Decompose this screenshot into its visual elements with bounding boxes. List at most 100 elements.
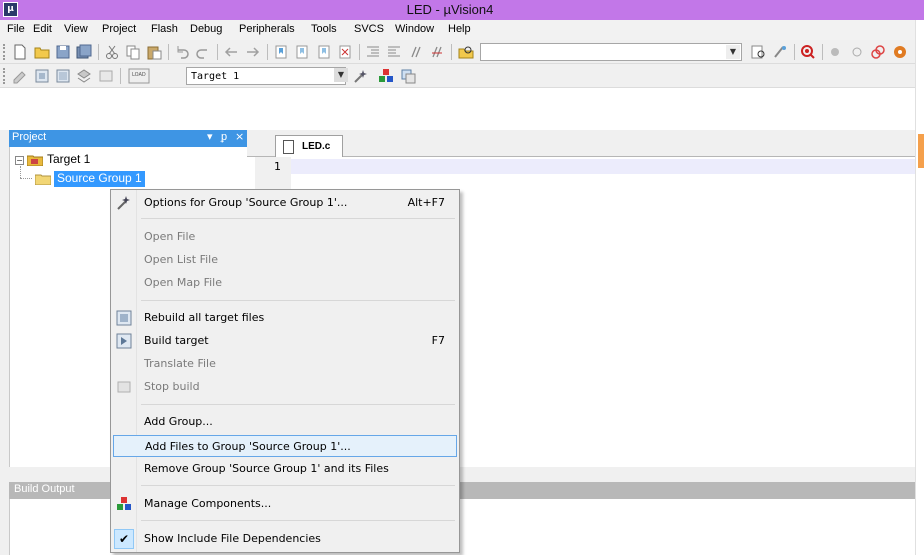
menu-peripherals[interactable]: Peripherals bbox=[239, 23, 295, 35]
tab-label: LED.c bbox=[302, 141, 331, 152]
open-folder-icon[interactable] bbox=[34, 44, 50, 60]
toolbar-grip[interactable] bbox=[3, 68, 6, 84]
undo-icon[interactable] bbox=[174, 44, 190, 60]
menu-separator bbox=[141, 520, 455, 521]
menu-item-manage-components[interactable]: Manage Components... bbox=[113, 493, 457, 515]
incremental-find-icon[interactable] bbox=[772, 44, 788, 60]
new-file-icon[interactable] bbox=[12, 44, 28, 60]
build-icon[interactable] bbox=[34, 68, 50, 84]
chevron-down-icon[interactable]: ▼ bbox=[334, 68, 348, 82]
menu-item-show-include-deps[interactable]: ✔ Show Include File Dependencies bbox=[113, 528, 457, 550]
build-output-title: Build Output bbox=[14, 483, 75, 495]
stop-build-icon bbox=[117, 381, 131, 393]
toolbar-separator bbox=[822, 44, 823, 60]
comment-icon[interactable] bbox=[408, 44, 424, 60]
pin-icon[interactable]: ᵱ bbox=[221, 130, 227, 143]
menu-help[interactable]: Help bbox=[448, 23, 471, 35]
next-bookmark-icon[interactable] bbox=[316, 44, 332, 60]
file-toolbar: ▼ bbox=[0, 40, 915, 64]
disable-breakpoint-icon[interactable] bbox=[849, 44, 865, 60]
menu-svcs[interactable]: SVCS bbox=[354, 23, 384, 35]
menu-separator bbox=[141, 300, 455, 301]
file-extensions-icon[interactable] bbox=[400, 68, 416, 84]
find-in-files-icon[interactable] bbox=[458, 44, 474, 60]
target-select[interactable]: Target 1 bbox=[186, 67, 346, 85]
tab-led-c[interactable]: LED.c bbox=[275, 135, 343, 158]
copy-icon[interactable] bbox=[125, 44, 141, 60]
kill-breakpoints-icon[interactable] bbox=[870, 44, 886, 60]
current-line-highlight bbox=[291, 159, 915, 174]
close-icon[interactable]: × bbox=[235, 130, 244, 143]
toolbar-separator bbox=[120, 68, 121, 84]
menu-separator bbox=[141, 404, 455, 405]
menu-item-build-target[interactable]: Build target F7 bbox=[113, 330, 457, 352]
panel-menu-icon[interactable]: ▾ bbox=[207, 130, 213, 143]
find-icon[interactable] bbox=[750, 44, 766, 60]
menu-item-stop-build[interactable]: Stop build bbox=[113, 376, 457, 398]
menu-item-open-file[interactable]: Open File bbox=[113, 226, 457, 248]
menu-item-rebuild-all[interactable]: Rebuild all target files bbox=[113, 307, 457, 329]
menu-separator bbox=[141, 218, 455, 219]
configure-icon[interactable] bbox=[892, 44, 908, 60]
build-icon bbox=[116, 333, 132, 349]
document-icon bbox=[283, 140, 294, 154]
rebuild-icon[interactable] bbox=[55, 68, 71, 84]
prev-bookmark-icon[interactable] bbox=[294, 44, 310, 60]
breakpoint-icon[interactable] bbox=[827, 44, 843, 60]
line-number: 1 bbox=[274, 160, 281, 173]
toolbar-grip[interactable] bbox=[3, 44, 6, 60]
toolbar-separator bbox=[794, 44, 795, 60]
bookmark-icon[interactable] bbox=[273, 44, 289, 60]
left-gutter bbox=[0, 130, 9, 555]
find-combobox[interactable]: ▼ bbox=[480, 43, 742, 61]
toolbar-separator bbox=[98, 44, 99, 60]
stop-build-icon[interactable] bbox=[98, 68, 114, 84]
menu-project[interactable]: Project bbox=[102, 23, 136, 35]
side-marker bbox=[918, 134, 924, 168]
chevron-down-icon[interactable]: ▼ bbox=[726, 45, 740, 59]
menu-tools[interactable]: Tools bbox=[311, 23, 337, 35]
menu-item-add-group[interactable]: Add Group... bbox=[113, 411, 457, 433]
tree-line bbox=[20, 178, 32, 179]
menu-file[interactable]: File bbox=[7, 23, 25, 35]
cut-icon[interactable] bbox=[104, 44, 120, 60]
menu-debug[interactable]: Debug bbox=[190, 23, 222, 35]
translate-icon[interactable] bbox=[12, 68, 28, 84]
menu-item-open-map-file[interactable]: Open Map File bbox=[113, 272, 457, 294]
target-select-value: Target 1 bbox=[191, 71, 240, 82]
paste-icon[interactable] bbox=[146, 44, 162, 60]
target-dropdown[interactable]: ▼ bbox=[333, 67, 349, 85]
menu-item-remove-group[interactable]: Remove Group 'Source Group 1' and its Fi… bbox=[113, 458, 457, 480]
menu-item-options-for-group[interactable]: Options for Group 'Source Group 1'... Al… bbox=[113, 192, 457, 214]
batch-build-icon[interactable] bbox=[76, 68, 92, 84]
debug-session-icon[interactable] bbox=[800, 44, 816, 60]
title-bar: μ LED - µVision4 bbox=[0, 0, 924, 20]
clear-bookmarks-icon[interactable] bbox=[337, 44, 353, 60]
uncomment-icon[interactable] bbox=[429, 44, 445, 60]
checkmark-icon: ✔ bbox=[114, 529, 134, 549]
menu-edit[interactable]: Edit bbox=[33, 23, 52, 35]
tree-item-source-group[interactable]: Source Group 1 bbox=[54, 171, 145, 187]
menu-flash[interactable]: Flash bbox=[151, 23, 178, 35]
manage-components-icon[interactable] bbox=[378, 68, 394, 84]
menu-separator bbox=[141, 485, 455, 486]
target-folder-icon bbox=[27, 155, 43, 166]
menu-item-add-files[interactable]: Add Files to Group 'Source Group 1'... bbox=[113, 435, 457, 457]
save-all-icon[interactable] bbox=[76, 44, 92, 60]
save-icon[interactable] bbox=[55, 44, 71, 60]
tree-item-target[interactable]: Target 1 bbox=[47, 152, 90, 166]
menu-item-open-list-file[interactable]: Open List File bbox=[113, 249, 457, 271]
build-toolbar: LOAD Target 1 ▼ bbox=[0, 64, 915, 88]
redo-icon[interactable] bbox=[195, 44, 211, 60]
menu-window[interactable]: Window bbox=[395, 23, 434, 35]
nav-forward-icon[interactable] bbox=[245, 44, 261, 60]
target-options-icon[interactable] bbox=[353, 68, 369, 84]
menu-view[interactable]: View bbox=[64, 23, 88, 35]
nav-back-icon[interactable] bbox=[223, 44, 239, 60]
download-icon[interactable]: LOAD bbox=[128, 68, 150, 84]
collapse-icon[interactable]: − bbox=[15, 156, 24, 165]
components-icon bbox=[117, 497, 131, 510]
indent-icon[interactable] bbox=[365, 44, 381, 60]
menu-item-translate-file[interactable]: Translate File bbox=[113, 353, 457, 375]
unindent-icon[interactable] bbox=[386, 44, 402, 60]
